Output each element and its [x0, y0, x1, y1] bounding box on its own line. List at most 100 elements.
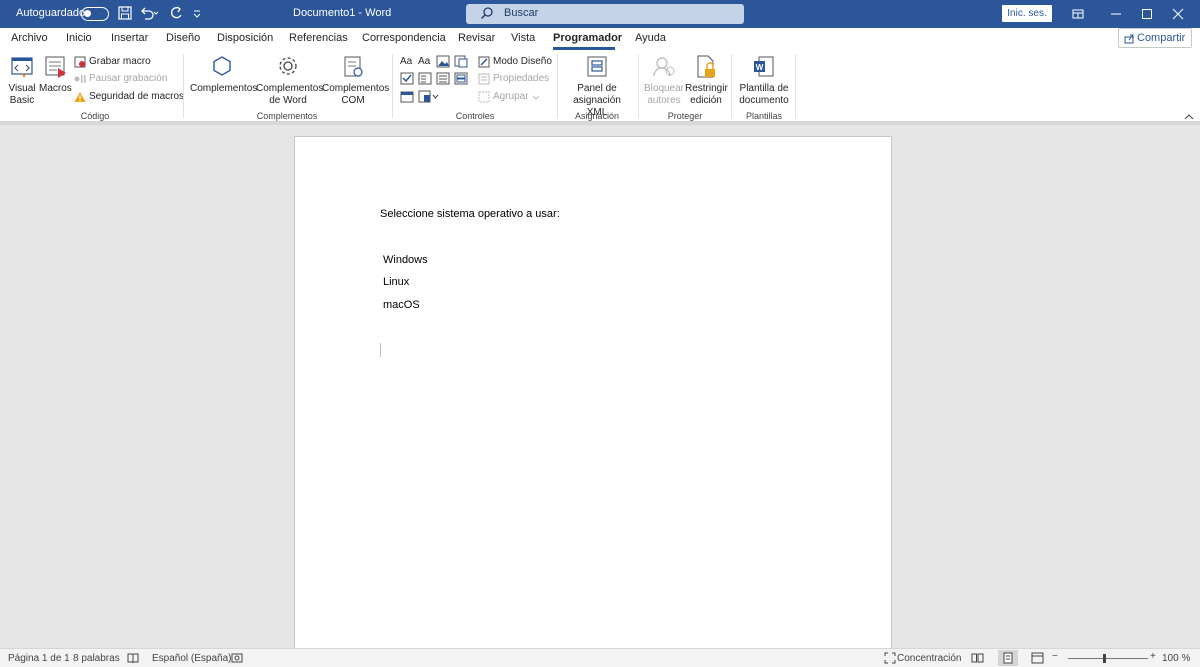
tab-inicio[interactable]: Inicio: [66, 32, 92, 44]
tab-diseno[interactable]: Diseño: [166, 32, 200, 44]
legacy-tools-icon[interactable]: [418, 90, 440, 103]
share-icon: [1124, 34, 1134, 44]
tab-programador[interactable]: Programador: [553, 32, 622, 44]
share-button[interactable]: Compartir: [1118, 28, 1192, 48]
record-macro-button[interactable]: Grabar macro: [74, 54, 151, 69]
option-windows[interactable]: Windows: [383, 254, 428, 266]
zoom-level[interactable]: 100 %: [1162, 653, 1190, 664]
page-count[interactable]: Página 1 de 1: [8, 653, 70, 664]
tab-archivo[interactable]: Archivo: [11, 32, 48, 44]
zoom-out-icon[interactable]: −: [1052, 651, 1058, 662]
properties-label: Propiedades: [493, 73, 550, 84]
document-template-button[interactable]: W Plantilla de documento: [737, 54, 791, 107]
tab-insertar[interactable]: Insertar: [111, 32, 148, 44]
read-mode-icon[interactable]: [971, 652, 984, 667]
group-label-asignacion: Asignación: [574, 111, 620, 121]
com-addins-icon: [344, 56, 363, 77]
maximize-icon[interactable]: [1137, 4, 1157, 24]
restrict-editing-button[interactable]: Restringir edición: [685, 54, 728, 107]
group-separator: [731, 54, 732, 118]
macros-button[interactable]: Macros: [39, 54, 72, 95]
autosave-toggle[interactable]: [81, 7, 109, 21]
xml-mapping-pane-button[interactable]: Panel de asignación XML: [563, 54, 631, 119]
design-mode-button[interactable]: Modo Diseño: [478, 54, 552, 69]
undo-icon[interactable]: [139, 5, 159, 23]
visual-basic-button[interactable]: Visual Basic: [6, 54, 38, 107]
group-separator: [183, 54, 184, 118]
group-label-controles: Controles: [455, 111, 495, 121]
plain-text-control-icon[interactable]: Aa: [418, 56, 430, 67]
print-layout-icon[interactable]: [998, 650, 1018, 666]
search-box[interactable]: Buscar: [466, 4, 744, 24]
addins-button[interactable]: Complementos: [190, 54, 257, 95]
picture-control-icon[interactable]: [436, 55, 450, 68]
zoom-slider-thumb[interactable]: [1103, 654, 1106, 663]
com-addins-label: Complementos COM: [322, 83, 390, 106]
record-macro-icon: [74, 56, 86, 67]
block-authors-button[interactable]: Bloquear autores: [643, 54, 685, 107]
document-heading: Seleccione sistema operativo a usar:: [380, 208, 560, 220]
group-label-codigo: Código: [80, 111, 110, 121]
search-icon: [480, 7, 493, 20]
dropdown-control-icon[interactable]: [436, 72, 450, 85]
com-addins-button[interactable]: Complementos COM: [322, 54, 389, 107]
zoom-slider-track[interactable]: [1068, 658, 1148, 659]
search-label: Buscar: [504, 7, 539, 19]
redo-icon[interactable]: [168, 5, 186, 23]
status-bar: Página 1 de 1 8 palabras Español (España…: [0, 648, 1200, 667]
focus-icon[interactable]: [884, 652, 896, 667]
word-count[interactable]: 8 palabras: [73, 653, 120, 664]
restrict-editing-label: Restringir edición: [685, 83, 728, 106]
properties-button[interactable]: Propiedades: [478, 71, 549, 86]
checkbox-control-icon[interactable]: [400, 72, 414, 85]
proofing-icon[interactable]: [127, 652, 139, 667]
design-mode-icon: [478, 56, 490, 67]
tab-revisar[interactable]: Revisar: [458, 32, 495, 44]
tab-vista[interactable]: Vista: [511, 32, 535, 44]
group-icon: [478, 91, 490, 102]
chevron-down-icon: [532, 95, 539, 100]
option-linux[interactable]: Linux: [383, 276, 409, 288]
date-picker-control-icon[interactable]: [400, 90, 414, 103]
document-title: Documento1 - Word: [293, 7, 392, 19]
focus-mode-label[interactable]: Concentración: [897, 653, 961, 664]
word-template-icon: W: [754, 56, 774, 77]
close-icon[interactable]: [1168, 4, 1188, 24]
repeating-section-control-icon[interactable]: [454, 72, 468, 85]
signin-button[interactable]: Inic. ses.: [1002, 5, 1052, 22]
tab-ayuda[interactable]: Ayuda: [635, 32, 666, 44]
group-label-plantillas: Plantillas: [745, 111, 783, 121]
minimize-icon[interactable]: [1106, 4, 1126, 24]
visual-basic-icon: [11, 57, 33, 78]
save-icon[interactable]: [117, 5, 135, 23]
pause-recording-label: Pausar grabación: [89, 73, 168, 84]
pause-recording-button[interactable]: Pausar grabación: [74, 71, 167, 86]
tab-referencias[interactable]: Referencias: [289, 32, 348, 44]
group-separator: [392, 54, 393, 118]
title-bar: Autoguardado Documento1 - Word Buscar In…: [0, 0, 1200, 28]
tab-disposicion[interactable]: Disposición: [217, 32, 273, 44]
option-macos[interactable]: macOS: [383, 299, 420, 311]
group-label: Agrupar: [493, 91, 529, 102]
customize-toolbar-icon[interactable]: [192, 8, 210, 26]
group-button[interactable]: Agrupar: [478, 89, 540, 104]
macro-security-button[interactable]: Seguridad de macros: [74, 89, 184, 104]
document-template-label: Plantilla de documento: [739, 83, 789, 106]
combobox-control-icon[interactable]: [418, 72, 432, 85]
autosave-label: Autoguardado: [16, 7, 86, 19]
group-separator: [557, 54, 558, 118]
document-page[interactable]: Seleccione sistema operativo a usar: Win…: [294, 136, 892, 656]
ribbon: Visual Basic Macros Grabar macro Pausar …: [0, 50, 1200, 122]
word-addins-button[interactable]: Complementos de Word: [256, 54, 323, 107]
accessibility-icon[interactable]: [231, 652, 244, 667]
zoom-in-icon[interactable]: +: [1150, 651, 1156, 662]
rich-text-control-icon[interactable]: Aa: [400, 56, 412, 67]
svg-text:W: W: [756, 63, 764, 72]
tab-correspondencia[interactable]: Correspondencia: [362, 32, 446, 44]
ribbon-display-options-icon[interactable]: [1068, 4, 1088, 24]
language-status[interactable]: Español (España): [152, 653, 232, 664]
building-block-control-icon[interactable]: [454, 55, 468, 68]
web-layout-icon[interactable]: [1031, 652, 1044, 667]
macros-icon: [45, 56, 66, 78]
pause-icon: [74, 74, 86, 83]
